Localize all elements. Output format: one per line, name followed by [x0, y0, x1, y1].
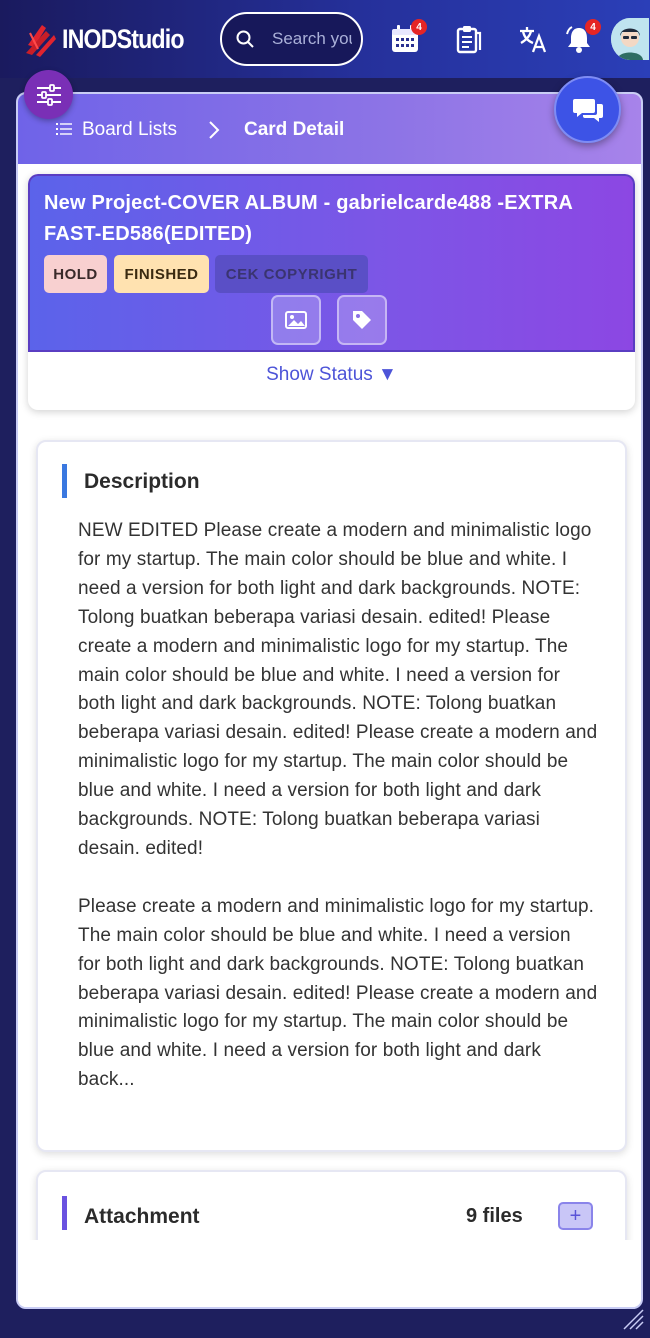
tag-hold[interactable]: HOLD [44, 255, 107, 293]
search-icon [236, 30, 254, 48]
calendar-button[interactable]: 4 [388, 19, 427, 56]
tag-cek-copyright[interactable]: CEK COPYRIGHT [215, 255, 368, 293]
description-accent-bar [62, 464, 67, 498]
card-detail-panel: Board Lists Card Detail New Project-COVE… [16, 92, 643, 1309]
notification-badge: 4 [585, 19, 601, 35]
breadcrumb-card-detail: Card Detail [244, 119, 345, 140]
translate-icon [520, 27, 547, 53]
clipboard-button[interactable] [452, 22, 486, 56]
project-title: New Project-COVER ALBUM - gabrielcarde48… [44, 192, 573, 245]
show-status-toggle[interactable]: Show Status ▼ [28, 364, 635, 386]
logo-text: INODStudio [62, 23, 185, 54]
description-section: Description NEW EDITED Please create a m… [36, 440, 627, 1152]
description-text: NEW EDITED Please create a modern and mi… [78, 520, 598, 1091]
breadcrumb-board-lists[interactable]: Board Lists [82, 119, 177, 141]
tag-icon [353, 311, 371, 329]
breadcrumb: Board Lists Card Detail [18, 94, 641, 164]
list-icon [56, 123, 72, 135]
notifications-button[interactable]: 4 [562, 19, 601, 56]
tag-finished[interactable]: FINISHED [114, 255, 209, 293]
clipboard-icon [456, 26, 482, 54]
sliders-icon [36, 83, 61, 106]
avatar[interactable] [611, 18, 649, 60]
project-card: New Project-COVER ALBUM - gabrielcarde48… [28, 174, 635, 410]
chat-button[interactable] [554, 76, 621, 143]
project-header: New Project-COVER ALBUM - gabrielcarde48… [28, 174, 635, 352]
brand-logo[interactable]: INODStudio [24, 16, 203, 62]
filter-button[interactable] [24, 70, 73, 119]
chat-bubbles-icon [572, 98, 603, 122]
language-button[interactable] [516, 22, 550, 56]
panel-footer-area [18, 1240, 641, 1307]
user-avatar-icon [611, 18, 649, 60]
label-button[interactable] [337, 295, 387, 345]
image-icon [285, 311, 307, 329]
description-title: Description [84, 470, 200, 493]
logo-mark-icon [26, 25, 56, 57]
cover-image-button[interactable] [271, 295, 321, 345]
top-header: INODStudio 4 [0, 0, 650, 78]
attachment-count: 9 files [466, 1205, 523, 1227]
attachment-accent-bar [62, 1196, 67, 1230]
search-box[interactable] [220, 12, 363, 66]
calendar-badge: 4 [411, 19, 427, 35]
search-input[interactable] [272, 29, 352, 49]
add-attachment-button[interactable]: + [558, 1202, 593, 1230]
resize-handle-icon[interactable] [620, 1308, 644, 1330]
attachment-title: Attachment [84, 1205, 200, 1228]
chevron-right-icon [209, 121, 220, 139]
